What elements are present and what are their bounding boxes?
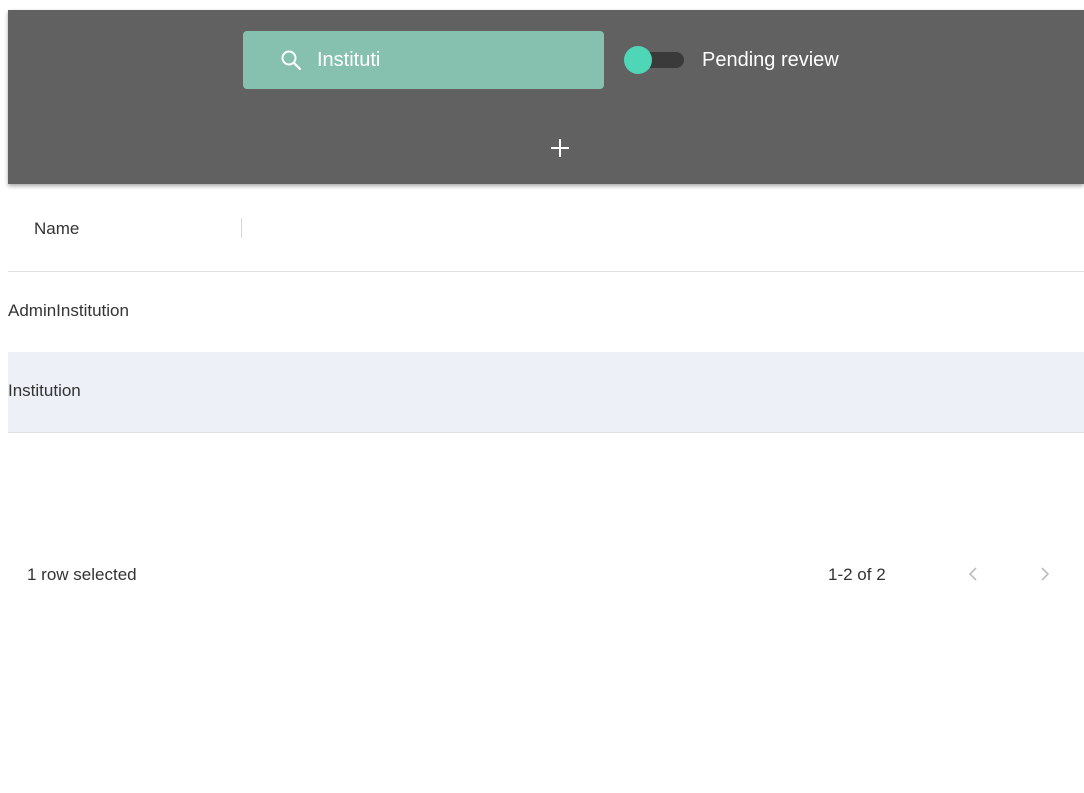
search-box[interactable] bbox=[243, 31, 604, 89]
selection-count: 1 row selected bbox=[27, 565, 137, 584]
pagination-range: 1-2 of 2 bbox=[828, 565, 886, 584]
toolbar: Pending review bbox=[8, 10, 1084, 184]
data-table: Name AdminInstitution Institution bbox=[8, 184, 1084, 793]
next-page-button[interactable] bbox=[1030, 560, 1058, 588]
pending-review-label: Pending review bbox=[702, 49, 839, 71]
column-resize-handle[interactable] bbox=[241, 218, 242, 238]
row-name-cell: AdminInstitution bbox=[8, 301, 129, 320]
column-header-name[interactable]: Name bbox=[34, 219, 79, 239]
row-name-cell: Institution bbox=[8, 381, 81, 400]
search-input[interactable] bbox=[317, 31, 587, 89]
toggle-thumb bbox=[624, 46, 652, 74]
previous-page-button[interactable] bbox=[960, 560, 988, 588]
chevron-left-icon bbox=[960, 560, 988, 588]
table-header: Name bbox=[8, 184, 1084, 272]
search-icon bbox=[280, 49, 302, 71]
pending-review-toggle[interactable] bbox=[624, 46, 684, 74]
table-row[interactable]: AdminInstitution bbox=[8, 272, 1084, 353]
chevron-right-icon bbox=[1030, 560, 1058, 588]
page: Pending review Name AdminInstitution Ins… bbox=[0, 0, 1084, 793]
add-button[interactable] bbox=[544, 132, 576, 164]
table-row-selected[interactable]: Institution bbox=[8, 352, 1084, 433]
